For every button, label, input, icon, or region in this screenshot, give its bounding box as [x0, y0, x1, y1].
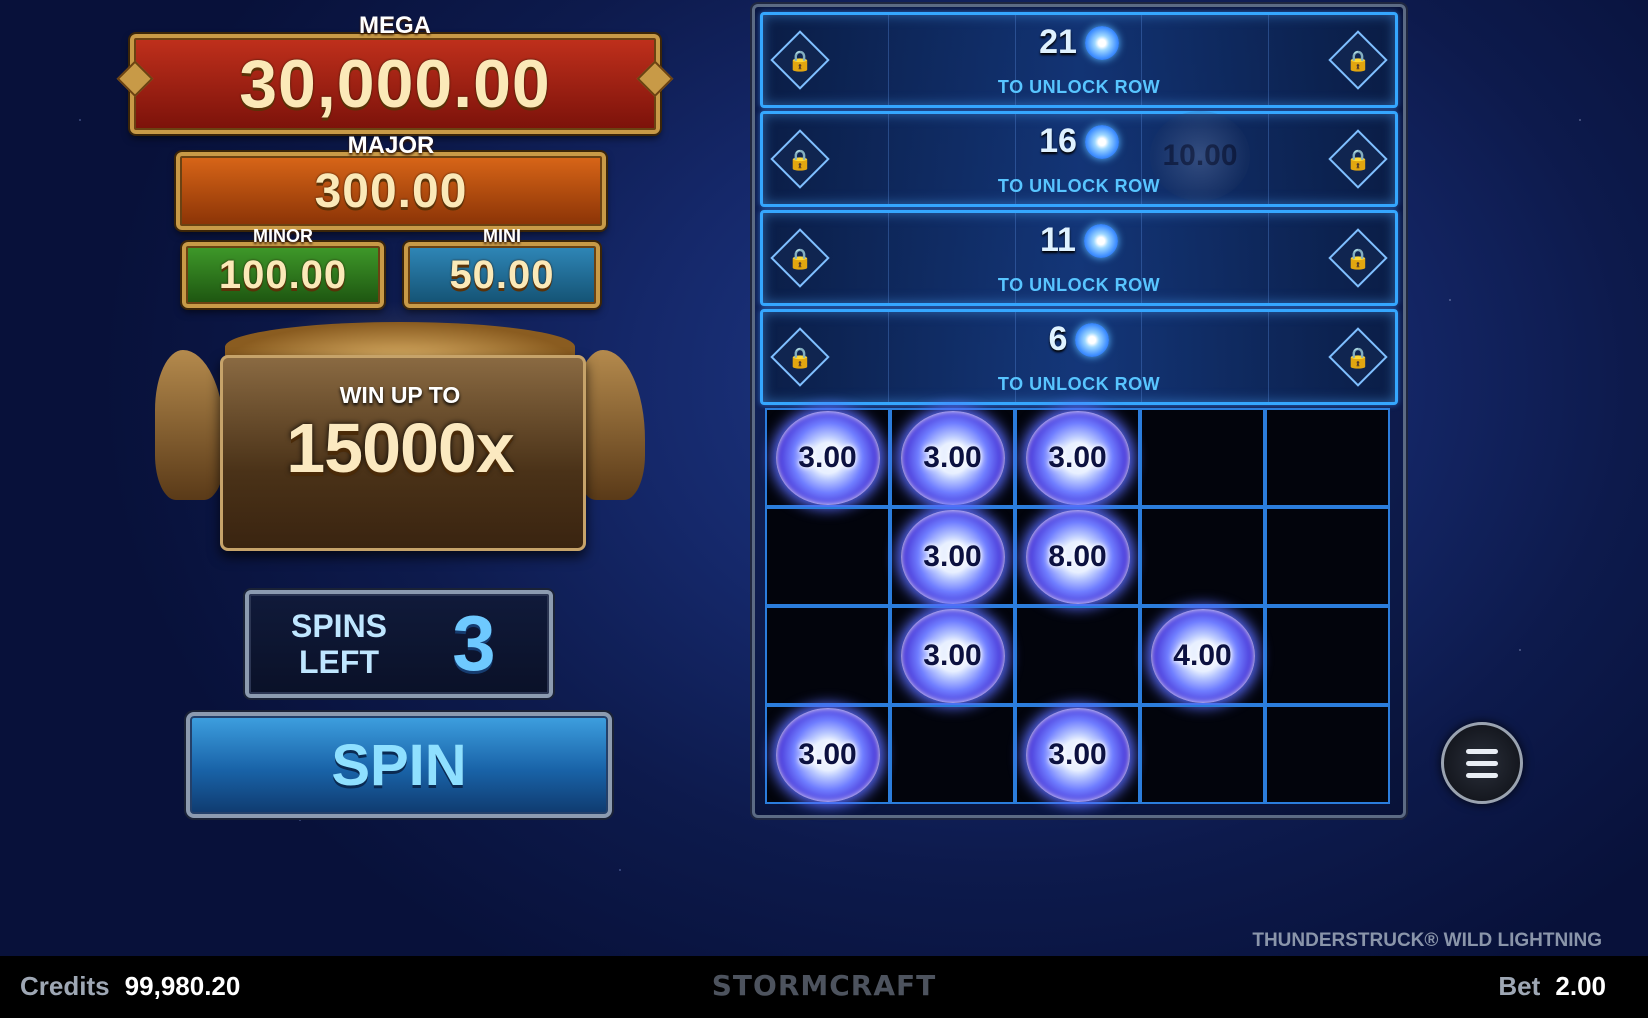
coin-value: 3.00: [1048, 440, 1107, 474]
lightning-coin-icon: 4.00: [1150, 608, 1255, 703]
menu-button[interactable]: [1441, 722, 1523, 804]
coin-value: 8.00: [1048, 539, 1107, 573]
brand-logo: STORMCRAFT: [711, 969, 937, 1002]
grid-cell: 8.00: [1015, 507, 1140, 606]
jackpot-major-value: 300.00: [314, 164, 468, 218]
unlock-count: 6: [1048, 320, 1068, 358]
coin-value: 3.00: [923, 440, 982, 474]
grid-cell: [1265, 408, 1390, 507]
grid-cell: 3.00: [890, 507, 1015, 606]
grid-cell: [1265, 606, 1390, 705]
feature-max-multiplier: 15000x: [286, 409, 515, 487]
spin-button[interactable]: SPIN: [186, 712, 612, 818]
feature-line1: WIN UP TO: [339, 382, 461, 408]
grid-cell: [1265, 705, 1390, 804]
bet-value: 2.00: [1555, 971, 1606, 1001]
unlock-count: 16: [1039, 122, 1077, 160]
lightning-coin-icon: 3.00: [900, 509, 1005, 604]
grid-cell: [1140, 705, 1265, 804]
ghost-coin: 10.00: [1150, 111, 1250, 201]
lightning-coin-icon: 8.00: [1025, 509, 1130, 604]
hamburger-icon: [1466, 748, 1498, 754]
game-title: THUNDERSTRUCK® WILD LIGHTNING: [1252, 930, 1602, 951]
bottom-bar: Credits 99,980.20 STORMCRAFT Bet 2.00: [0, 956, 1648, 1018]
coin-value: 4.00: [1173, 638, 1232, 672]
locked-row: 🔒 🔒 16 TO UNLOCK ROW: [760, 111, 1398, 207]
spins-left-count: 3: [452, 599, 496, 687]
grid-cell: [765, 507, 890, 606]
lightning-coin-icon: 3.00: [900, 410, 1005, 505]
bet-display[interactable]: Bet 2.00: [1498, 971, 1606, 1002]
jackpot-mega-value: 30,000.00: [239, 46, 551, 122]
lightning-coin-icon: 3.00: [775, 410, 880, 505]
spins-left-label: SPINS LEFT: [290, 608, 388, 680]
coin-value: 3.00: [923, 638, 982, 672]
grid-cell: [1140, 408, 1265, 507]
grid-cell: 3.00: [1015, 408, 1140, 507]
unlock-count: 11: [1040, 221, 1076, 259]
grid-cell: 4.00: [1140, 606, 1265, 705]
lightning-orb-icon: [1084, 25, 1119, 60]
jackpot-minor-label: MINOR: [253, 226, 313, 246]
bet-label: Bet: [1498, 971, 1541, 1001]
lightning-orb-icon: [1075, 322, 1110, 357]
grid-cell: [890, 705, 1015, 804]
jackpot-major: 300.00 MAJOR: [176, 132, 606, 230]
unlock-count: 21: [1039, 23, 1077, 61]
jackpot-minor: 100.00 MINOR: [182, 226, 384, 308]
grid-cell: 3.00: [765, 705, 890, 804]
jackpot-mini-label: MINI: [483, 226, 521, 246]
coin-value: 3.00: [923, 539, 982, 573]
jackpot-major-label: MAJOR: [347, 132, 435, 159]
lightning-coin-icon: 3.00: [775, 707, 880, 802]
coin-value: 3.00: [1048, 737, 1107, 771]
unlock-row-text: TO UNLOCK ROW: [997, 176, 1161, 196]
grid-cell: 3.00: [765, 408, 890, 507]
grid-cell: 3.00: [1015, 705, 1140, 804]
coin-value: 3.00: [798, 440, 857, 474]
jackpot-mega-label: MEGA: [359, 12, 431, 39]
grid-cell: [1015, 606, 1140, 705]
grid-cell: 3.00: [890, 606, 1015, 705]
locked-row: 🔒 🔒 11 TO UNLOCK ROW: [760, 210, 1398, 306]
lightning-coin-icon: 3.00: [900, 608, 1005, 703]
jackpot-mega: 30,000.00 MEGA: [116, 12, 674, 134]
lightning-orb-icon: [1083, 223, 1118, 258]
unlock-row-text: TO UNLOCK ROW: [997, 275, 1161, 295]
unlock-row-text: TO UNLOCK ROW: [997, 374, 1161, 394]
lightning-coin-icon: 3.00: [1025, 410, 1130, 505]
grid-cell: [1265, 507, 1390, 606]
coin-value: 3.00: [798, 737, 857, 771]
grid-cell: [765, 606, 890, 705]
treasure-chest-feature: WIN UP TO 15000x: [150, 300, 650, 560]
jackpot-mini: 50.00 MINI: [404, 226, 600, 308]
lightning-orb-icon: [1084, 124, 1119, 159]
jackpot-mini-value: 50.00: [449, 252, 555, 297]
spins-left-panel: SPINS LEFT 3: [245, 590, 553, 698]
locked-row: 🔒 🔒 21 TO UNLOCK ROW: [760, 12, 1398, 108]
lightning-coin-icon: 3.00: [1025, 707, 1130, 802]
jackpot-minor-value: 100.00: [218, 252, 348, 297]
grid-cell: 3.00: [890, 408, 1015, 507]
unlock-row-text: TO UNLOCK ROW: [997, 77, 1161, 97]
locked-row: 🔒 🔒 6 TO UNLOCK ROW: [760, 309, 1398, 405]
grid-cell: [1140, 507, 1265, 606]
active-reel-grid: 3.00 3.00 3.00 3.00 8.00 3.00 4.00 3.00 3.00: [765, 408, 1390, 804]
